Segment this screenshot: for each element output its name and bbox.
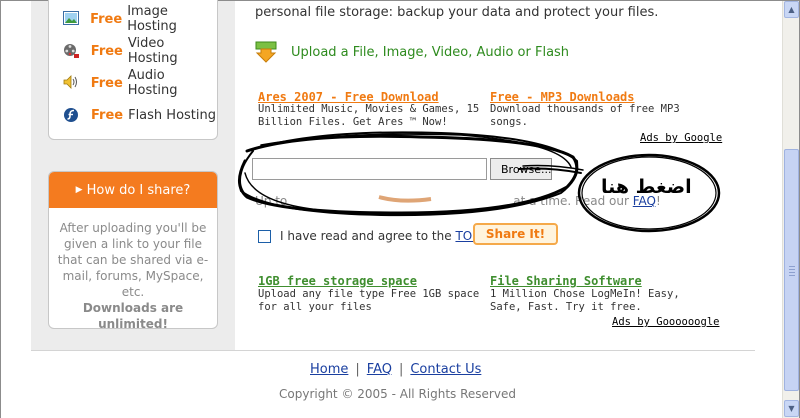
image-icon bbox=[63, 11, 80, 27]
upload-limit-text: Up to at a time. Read our FAQ! bbox=[255, 194, 661, 208]
share-description: After uploading you'll be given a link t… bbox=[57, 221, 209, 299]
scrollbar-grip bbox=[789, 269, 795, 270]
ads-by-google-link[interactable]: Ads by Google bbox=[640, 132, 722, 144]
menu-item-label: Image Hosting bbox=[127, 4, 177, 34]
upload-arrow-icon bbox=[255, 41, 277, 63]
footer-nav: Home | FAQ | Contact Us bbox=[310, 362, 481, 377]
tos-checkbox[interactable] bbox=[258, 230, 271, 243]
scroll-down-arrow-icon[interactable]: ▼ bbox=[784, 400, 799, 417]
scrollbar-grip bbox=[789, 275, 795, 276]
arabic-annotation-text: اضغط هنا bbox=[601, 176, 692, 198]
footer-faq-link[interactable]: FAQ bbox=[367, 362, 392, 377]
footer-divider bbox=[31, 350, 755, 351]
ad-link-ares[interactable]: Ares 2007 - Free Download bbox=[258, 90, 439, 104]
free-label: Free bbox=[91, 107, 124, 123]
copyright-text: Copyright © 2005 - All Rights Reserved bbox=[279, 387, 516, 401]
scrollbar-grip bbox=[789, 266, 795, 267]
page: Free Image Hosting Free Video Hosting Fr… bbox=[1, 0, 782, 418]
how-to-share-header[interactable]: ▶ How do I share? bbox=[49, 172, 217, 208]
speaker-icon bbox=[63, 75, 81, 91]
upload-heading: Upload a File, Image, Video, Audio or Fl… bbox=[255, 41, 569, 63]
footer-separator: | bbox=[355, 362, 360, 377]
free-label: Free bbox=[90, 75, 123, 91]
scrollbar-thumb[interactable] bbox=[784, 149, 799, 391]
ad-text-mp3: Download thousands of free MP3 songs. bbox=[490, 103, 680, 128]
browse-button[interactable]: Browse... bbox=[490, 158, 552, 180]
free-label: Free bbox=[90, 11, 123, 27]
upload-label: Upload a File, Image, Video, Audio or Fl… bbox=[291, 44, 570, 60]
share-it-button[interactable]: Share It! bbox=[473, 223, 558, 245]
downloads-unlimited-note: Downloads are unlimited! bbox=[82, 301, 184, 329]
ad-text-logmein: 1 Million Chose LogMeIn! Easy, Safe, Fas… bbox=[490, 288, 680, 313]
how-to-share-panel: ▶ How do I share? After uploading you'll… bbox=[48, 171, 218, 329]
footer-contact-link[interactable]: Contact Us bbox=[410, 362, 481, 377]
free-label: Free bbox=[90, 43, 123, 59]
how-to-share-heading: How do I share? bbox=[86, 182, 191, 198]
vertical-scrollbar[interactable]: ▲ ▼ bbox=[782, 1, 799, 418]
limit-prefix: Up to bbox=[255, 194, 288, 208]
scrollbar-grip bbox=[789, 272, 795, 273]
ad-link-mp3[interactable]: Free - MP3 Downloads bbox=[490, 90, 635, 104]
film-reel-icon bbox=[63, 43, 81, 59]
tos-label: I have read and agree to the TOS bbox=[280, 229, 480, 243]
footer-home-link[interactable]: Home bbox=[310, 362, 348, 377]
menu-item-audio-hosting[interactable]: Free Audio Hosting bbox=[63, 68, 217, 98]
scroll-up-arrow-icon[interactable]: ▲ bbox=[784, 1, 799, 18]
triangle-right-icon: ▶ bbox=[75, 185, 83, 195]
ads-by-goooooogle-link[interactable]: Ads by Goooooogle bbox=[612, 316, 719, 328]
menu-item-label: Flash Hosting bbox=[128, 107, 216, 123]
ad-link-storage[interactable]: 1GB free storage space bbox=[258, 274, 417, 288]
file-path-input[interactable] bbox=[252, 158, 487, 180]
ad-text-storage: Upload any file type Free 1GB space for … bbox=[258, 288, 480, 313]
intro-text: personal file storage: backup your data … bbox=[255, 5, 659, 20]
how-to-share-body: After uploading you'll be given a link t… bbox=[49, 208, 217, 329]
flash-icon bbox=[63, 107, 81, 123]
menu-item-label: Video Hosting bbox=[127, 36, 178, 66]
menu-item-image-hosting[interactable]: Free Image Hosting bbox=[63, 4, 217, 34]
footer-separator: | bbox=[398, 362, 404, 377]
tos-prefix: I have read and agree to the bbox=[280, 229, 452, 243]
hosting-menu: Free Image Hosting Free Video Hosting Fr… bbox=[48, 0, 218, 140]
ad-text-ares: Unlimited Music, Movies & Games, 15 Bill… bbox=[258, 103, 480, 128]
menu-item-label: Audio Hosting bbox=[127, 68, 178, 98]
ad-link-logmein[interactable]: File Sharing Software bbox=[490, 274, 642, 288]
menu-item-flash-hosting[interactable]: Free Flash Hosting bbox=[63, 105, 216, 125]
menu-item-video-hosting[interactable]: Free Video Hosting bbox=[63, 36, 217, 66]
